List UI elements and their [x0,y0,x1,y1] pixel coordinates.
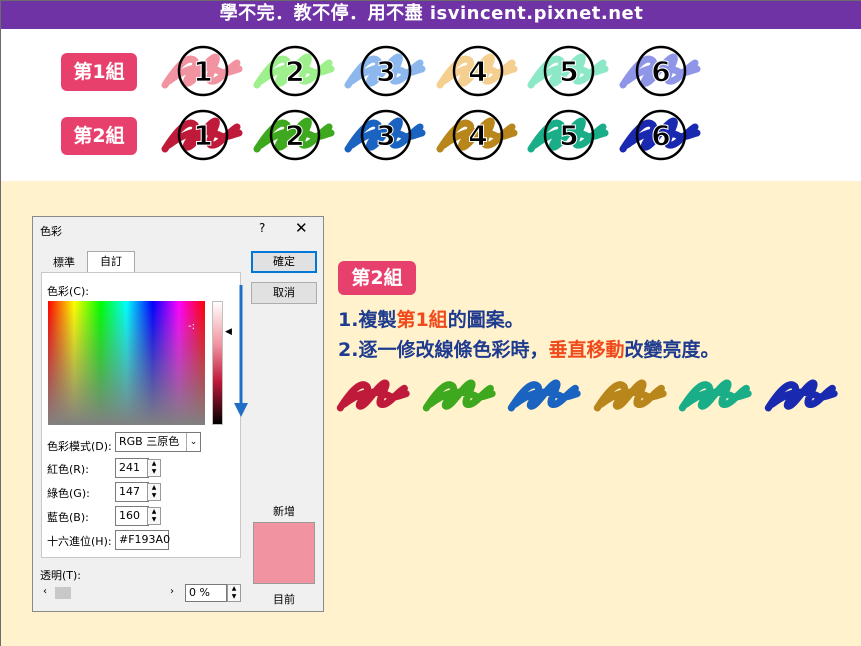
svg-text:6: 6 [651,55,670,88]
scribble-sample-2 [421,367,501,415]
scribble-sample-1 [335,367,415,415]
line1-highlight: 第1組 [396,309,448,331]
svg-text:5: 5 [559,55,578,88]
transparency-slider[interactable]: ‹ › [41,586,176,600]
down-arrow-icon [234,285,248,417]
color-model-value: RGB 三原色 [119,435,180,448]
svg-text:2: 2 [285,55,304,88]
group2-number-icon-3: 3 [342,105,432,165]
line2-prefix: 2.逐一修改線條色彩時， [338,339,549,361]
dialog-title: 色彩 [40,225,62,238]
color-preview-swatch [253,522,315,584]
color-dialog: 色彩 ? ✕ 標準 自訂 色彩(C): -: ◀ 色彩模式(D): RGB 三原… [32,216,324,612]
chevron-right-icon[interactable]: › [170,586,174,597]
color-model-label: 色彩模式(D): [47,440,112,453]
luminance-pointer-icon[interactable]: ◀ [225,327,232,337]
instruction-line-2: 2.逐一修改線條色彩時，垂直移動改變亮度。 [338,335,719,362]
ok-button[interactable]: 確定 [251,251,317,273]
color-model-select[interactable]: RGB 三原色 ⌄ [115,432,201,452]
luminance-slider[interactable] [212,301,223,425]
green-spinner[interactable]: ▲ ▼ [147,483,161,501]
green-label: 綠色(G): [47,487,90,500]
chevron-down-icon[interactable]: ⌄ [186,433,200,451]
svg-text:1: 1 [193,55,212,88]
svg-text:1: 1 [193,119,212,152]
new-color-label: 新增 [273,505,295,518]
red-input[interactable]: 241 [115,458,149,478]
tab-custom[interactable]: 自訂 [87,251,135,273]
red-spinner[interactable]: ▲ ▼ [147,459,161,477]
red-label: 紅色(R): [47,463,89,476]
scribble-sample-6 [763,367,843,415]
scribble-sample-5 [677,367,757,415]
green-input[interactable]: 147 [115,482,149,502]
chevron-left-icon[interactable]: ‹ [43,586,47,597]
current-color-label: 目前 [273,593,295,606]
group1-number-icon-6: 6 [617,41,707,101]
scribble-sample-3 [506,367,586,415]
site-banner: 學不完．教不停．用不盡 isvincent.pixnet.net [1,1,861,29]
svg-text:6: 6 [651,119,670,152]
hex-label: 十六進位(H): [47,535,112,548]
group1-number-icon-3: 3 [342,41,432,101]
group2-number-icon-6: 6 [617,105,707,165]
help-button[interactable]: ? [259,221,265,235]
group1-badge: 第1組 [61,53,137,91]
group1-number-icon-4: 4 [434,41,524,101]
spectrum-crosshair-icon: -: [188,321,195,332]
group1-number-icon-2: 2 [251,41,341,101]
scribble-sample-4 [592,367,672,415]
line1-suffix: 的圖案。 [447,309,524,331]
instructions-badge: 第2組 [338,261,416,295]
svg-text:4: 4 [468,55,487,88]
group2-number-icon-2: 2 [251,105,341,165]
svg-text:2: 2 [285,119,304,152]
hex-input[interactable]: #F193A0 [115,530,170,550]
group2-badge: 第2組 [61,117,137,155]
group1-number-icon-5: 5 [525,41,615,101]
svg-text:3: 3 [376,55,395,88]
color-spectrum[interactable] [48,301,205,425]
svg-text:4: 4 [468,119,487,152]
close-icon[interactable]: ✕ [295,219,308,237]
blue-input[interactable]: 160 [115,506,149,526]
svg-text:5: 5 [559,119,578,152]
transparency-spinner[interactable]: ▲ ▼ [227,584,241,602]
colors-label: 色彩(C): [47,285,89,298]
group2-number-icon-4: 4 [434,105,524,165]
line1-prefix: 1.複製 [338,309,397,331]
line2-highlight: 垂直移動 [548,339,625,361]
svg-text:3: 3 [376,119,395,152]
group1-number-icon-1: 1 [159,41,249,101]
transparency-label: 透明(T): [40,569,82,582]
cancel-button[interactable]: 取消 [251,282,317,304]
slider-thumb[interactable] [55,587,71,599]
blue-spinner[interactable]: ▲ ▼ [147,507,161,525]
instruction-line-1: 1.複製第1組的圖案。 [338,305,524,332]
line2-suffix: 改變亮度。 [624,339,720,361]
tab-standard[interactable]: 標準 [42,253,86,273]
group2-number-icon-1: 1 [159,105,249,165]
transparency-input[interactable]: 0 % [185,584,227,602]
group2-number-icon-5: 5 [525,105,615,165]
blue-label: 藍色(B): [47,511,89,524]
